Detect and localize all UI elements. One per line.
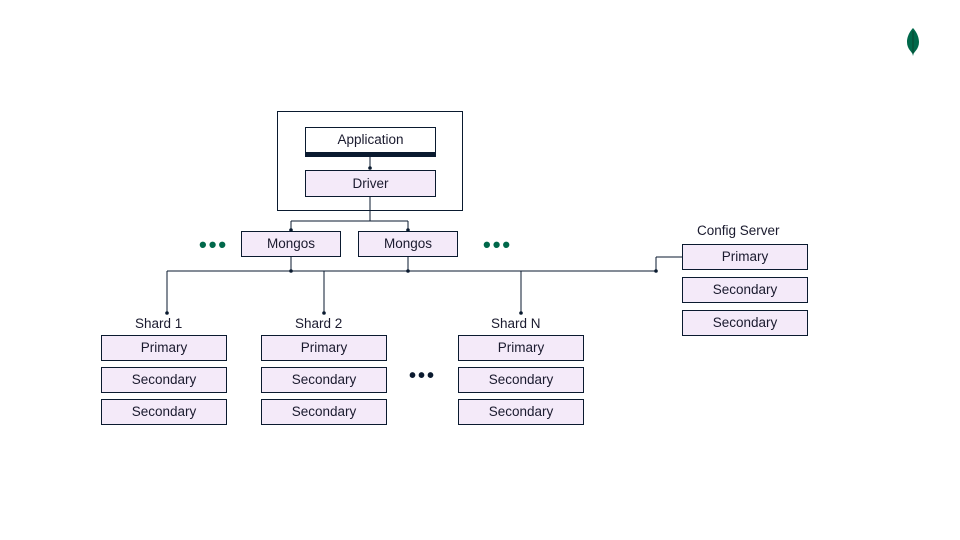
driver-box: Driver [305,170,436,197]
shard-1-primary: Primary [101,335,227,361]
config-primary: Primary [682,244,808,270]
application-container: Application Driver [277,111,463,211]
ellipsis-right: ••• [483,232,512,258]
connector-lines [0,0,960,540]
shard-n-primary: Primary [458,335,584,361]
mongos-box-1: Mongos [241,231,341,257]
shard-n-secondary-1: Secondary [458,367,584,393]
shard-n-secondary-2: Secondary [458,399,584,425]
application-underline [305,153,436,157]
shard-1-secondary-1: Secondary [101,367,227,393]
config-secondary-2: Secondary [682,310,808,336]
shard-1-label: Shard 1 [135,316,182,331]
shard-2-secondary-2: Secondary [261,399,387,425]
mongodb-leaf-icon [904,28,922,61]
shard-2-label: Shard 2 [295,316,342,331]
shard-n-label: Shard N [491,316,541,331]
ellipsis-shards: ••• [409,365,436,388]
shard-2-secondary-1: Secondary [261,367,387,393]
config-secondary-1: Secondary [682,277,808,303]
config-server-label: Config Server [697,223,780,238]
mongos-box-2: Mongos [358,231,458,257]
application-box: Application [305,127,436,153]
shard-2-primary: Primary [261,335,387,361]
shard-1-secondary-2: Secondary [101,399,227,425]
ellipsis-left: ••• [199,232,228,258]
